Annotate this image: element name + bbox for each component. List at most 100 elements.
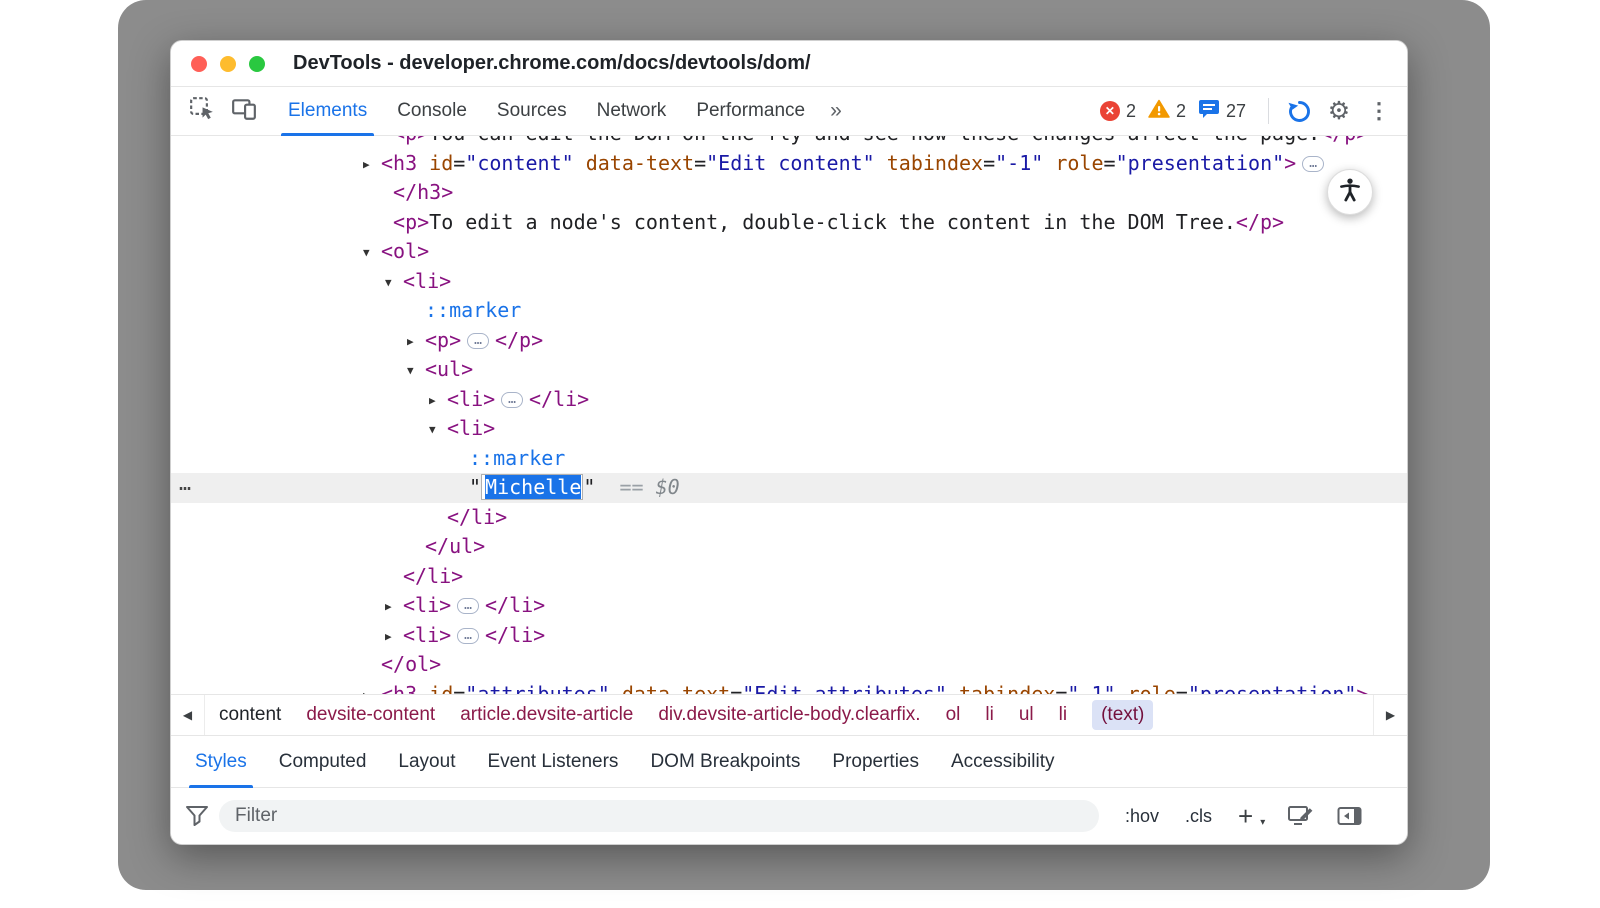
breadcrumb-item[interactable]: (text): [1092, 700, 1153, 730]
styles-filter-input[interactable]: [219, 800, 1099, 832]
sidebar-tab-computed[interactable]: Computed: [263, 736, 383, 787]
settings-gear-icon[interactable]: ⚙: [1319, 96, 1359, 126]
tab-console[interactable]: Console: [382, 87, 482, 135]
sidebar-tab-event-listeners[interactable]: Event Listeners: [471, 736, 634, 787]
warning-icon[interactable]: [1148, 99, 1170, 123]
token-tag: </ol>: [381, 652, 441, 676]
sidebar-tab-accessibility[interactable]: Accessibility: [935, 736, 1070, 787]
tab-performance[interactable]: Performance: [681, 87, 820, 135]
expand-arrow-closed-icon[interactable]: ▶: [363, 150, 381, 180]
breadcrumb-item[interactable]: ul: [1019, 704, 1034, 726]
more-tabs-button[interactable]: »: [820, 87, 852, 135]
dom-row[interactable]: ▶<h3 id="content" data-text="Edit conten…: [171, 149, 1407, 179]
expand-arrow-open-icon[interactable]: ▼: [363, 238, 381, 268]
sidebar-tab-layout[interactable]: Layout: [382, 736, 471, 787]
expand-arrow-closed-icon[interactable]: ▶: [385, 592, 403, 622]
dom-row[interactable]: </ol>: [171, 650, 1407, 680]
dom-row[interactable]: <p>You can edit the DOM on the fly and s…: [171, 136, 1407, 149]
expand-arrow-closed-icon[interactable]: ▶: [385, 622, 403, 652]
expand-arrow-closed-icon[interactable]: ▶: [363, 681, 381, 695]
token-val: "Edit attributes": [742, 682, 947, 695]
token-text: [381, 210, 393, 234]
toggle-sidebar-button[interactable]: [1336, 805, 1363, 827]
inline-ellipsis-button[interactable]: …: [457, 598, 479, 614]
token-eq: ==: [595, 475, 643, 499]
inline-text-edit-box[interactable]: Michelle: [481, 474, 583, 500]
breadcrumb-item[interactable]: div.devsite-article-body.clearfix.: [658, 704, 920, 726]
tab-sources[interactable]: Sources: [482, 87, 582, 135]
breadcrumb-scroll-right-button[interactable]: ▶: [1373, 695, 1407, 735]
devtools-toolbar: ElementsConsoleSourcesNetworkPerformance…: [171, 87, 1407, 136]
breadcrumb-item[interactable]: li: [985, 704, 993, 726]
row-overflow-menu-icon[interactable]: …: [179, 469, 192, 499]
device-toolbar-button[interactable]: [223, 87, 265, 135]
token-val: "-1": [1067, 682, 1115, 695]
dom-row[interactable]: ▼<ol>: [171, 237, 1407, 267]
inline-ellipsis-button[interactable]: …: [467, 333, 489, 349]
chevron-left-icon: ◀: [183, 708, 192, 722]
breadcrumb-item[interactable]: content: [219, 704, 281, 726]
sidebar-tabs: StylesComputedLayoutEvent ListenersDOM B…: [171, 736, 1407, 788]
token-attr: data-text: [574, 151, 694, 175]
sidebar-tab-styles[interactable]: Styles: [179, 736, 263, 787]
dom-row[interactable]: ▼<li>: [171, 267, 1407, 297]
warning-count[interactable]: 2: [1176, 101, 1186, 122]
inspect-element-button[interactable]: [181, 87, 223, 135]
rendering-emulations-button[interactable]: [1287, 804, 1314, 828]
dom-row[interactable]: ::marker: [171, 444, 1407, 474]
breadcrumb-item[interactable]: li: [1059, 704, 1067, 726]
breadcrumb-bar: ◀ content devsite-content article.devsite-…: [171, 694, 1407, 736]
expand-arrow-closed-icon[interactable]: ▶: [407, 327, 425, 357]
dom-row[interactable]: </li>: [171, 503, 1407, 533]
styles-filter-bar: :hov .cls +▾: [171, 788, 1407, 844]
toggle-class-button[interactable]: .cls: [1185, 806, 1212, 827]
token-text: [381, 136, 393, 145]
dom-row[interactable]: <p>To edit a node's content, double-clic…: [171, 208, 1407, 238]
expand-arrow-open-icon[interactable]: ▼: [385, 268, 403, 298]
new-style-rule-button[interactable]: +▾: [1238, 803, 1265, 829]
breadcrumb-scroll-left-button[interactable]: ◀: [171, 695, 205, 735]
sync-refresh-icon[interactable]: [1279, 98, 1319, 125]
breadcrumb-item[interactable]: devsite-content: [306, 704, 435, 726]
dom-row[interactable]: ▶<li>…</li>: [171, 591, 1407, 621]
dom-row[interactable]: ▼<li>: [171, 414, 1407, 444]
toggle-element-state-button[interactable]: :hov: [1125, 806, 1159, 827]
close-window-button[interactable]: [191, 56, 207, 72]
dom-row[interactable]: </ul>: [171, 532, 1407, 562]
dom-row[interactable]: </h3>: [171, 178, 1407, 208]
error-count[interactable]: 2: [1126, 101, 1136, 122]
token-tag: </li>: [485, 623, 545, 647]
error-icon[interactable]: ✕: [1100, 101, 1120, 121]
dom-row[interactable]: ▼<ul>: [171, 355, 1407, 385]
dom-row[interactable]: ▶<h3 id="attributes" data-text="Edit att…: [171, 680, 1407, 695]
dom-row[interactable]: ▶<li>…</li>: [171, 385, 1407, 415]
expand-arrow-closed-icon[interactable]: ▶: [429, 386, 447, 416]
breadcrumb-item[interactable]: ol: [946, 704, 961, 726]
issues-message-icon[interactable]: [1198, 99, 1220, 124]
breadcrumb-item[interactable]: article.devsite-article: [460, 704, 633, 726]
expand-arrow-open-icon[interactable]: ▼: [429, 415, 447, 445]
dom-row[interactable]: ▶<li>…</li>: [171, 621, 1407, 651]
toolbar-divider: [1268, 98, 1269, 124]
sidebar-tab-properties[interactable]: Properties: [816, 736, 935, 787]
chevron-right-icon: ▶: [1386, 708, 1395, 722]
accessibility-person-icon: [1336, 176, 1364, 209]
dom-row-selected[interactable]: "Michelle" == $0…: [171, 473, 1407, 503]
inline-ellipsis-button[interactable]: …: [457, 628, 479, 644]
dom-row[interactable]: ▶<p>…</p>: [171, 326, 1407, 356]
expand-arrow-open-icon[interactable]: ▼: [407, 356, 425, 386]
tab-network[interactable]: Network: [582, 87, 682, 135]
minimize-window-button[interactable]: [220, 56, 236, 72]
more-options-kebab-icon[interactable]: ⋮: [1359, 98, 1399, 124]
dom-row[interactable]: </li>: [171, 562, 1407, 592]
issues-count[interactable]: 27: [1226, 101, 1246, 122]
accessibility-overlay-button[interactable]: [1327, 169, 1373, 215]
inline-ellipsis-button[interactable]: …: [1302, 156, 1324, 172]
sidebar-tab-dom-breakpoints[interactable]: DOM Breakpoints: [634, 736, 816, 787]
zoom-window-button[interactable]: [249, 56, 265, 72]
dom-row[interactable]: ::marker: [171, 296, 1407, 326]
token-punct: =: [453, 682, 465, 695]
token-val: "-1": [995, 151, 1043, 175]
tab-elements[interactable]: Elements: [273, 87, 382, 135]
inline-ellipsis-button[interactable]: …: [501, 392, 523, 408]
